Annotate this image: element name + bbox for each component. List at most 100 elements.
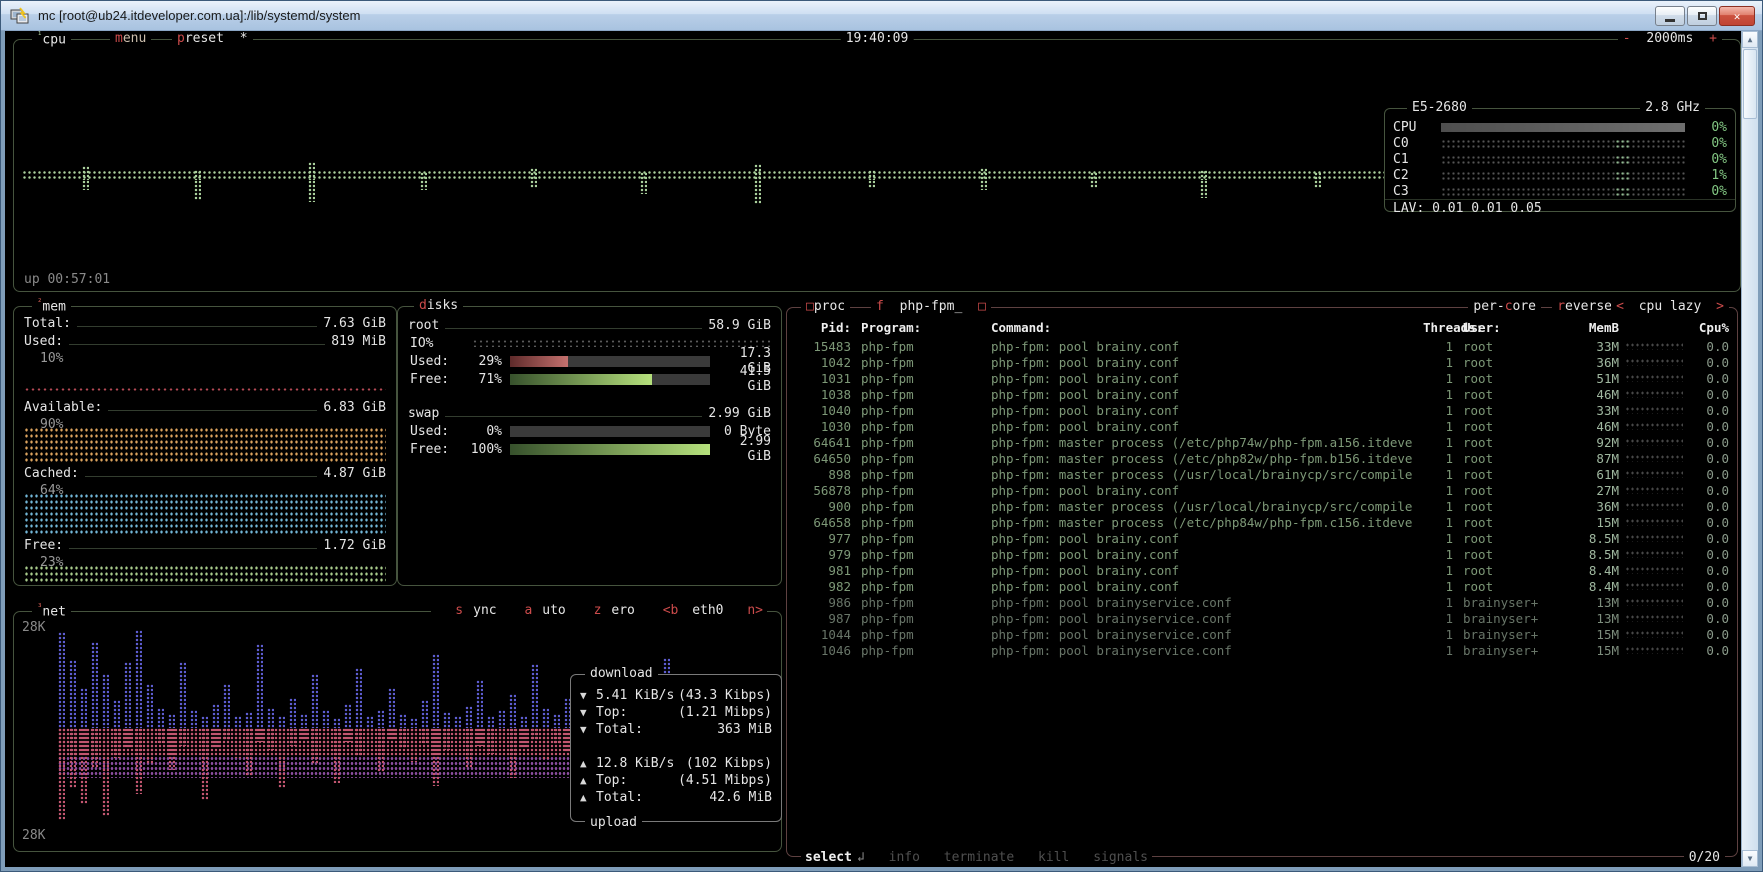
- preset-button[interactable]: preset *: [172, 31, 253, 46]
- net-controls: sync auto zero <b eth0 n>: [431, 603, 767, 618]
- mem-box-title: ²mem: [32, 298, 71, 314]
- info-button[interactable]: info: [889, 850, 920, 865]
- upload-rate-row: ▲ 12.8 KiB/s(102 Kibps): [571, 755, 781, 772]
- process-row[interactable]: 986 php-fpm php-fpm: pool brainyservice.…: [787, 594, 1737, 610]
- row-mini-graph: [1625, 598, 1683, 606]
- process-row[interactable]: 56878 php-fpm php-fpm: pool brainy.conf …: [787, 482, 1737, 498]
- disk-swap-free-row: Free:100% 2.99 GiB: [410, 441, 771, 457]
- filter-input[interactable]: php-fpm_: [900, 299, 963, 314]
- scroll-up-button[interactable]: ▲: [1742, 31, 1758, 48]
- load-average-row: LAV: 0.01 0.01 0.05: [1385, 199, 1735, 217]
- cpu-info-box: E5-2680 2.8 GHz CPU 0% C0: [1384, 108, 1736, 212]
- col-memb[interactable]: MemB: [1565, 320, 1619, 335]
- col-cpu[interactable]: Cpu%: [1683, 320, 1729, 335]
- process-row[interactable]: 1042 php-fpm php-fpm: pool brainy.conf 1…: [787, 354, 1737, 370]
- iface-name: eth0: [692, 603, 723, 618]
- row-mini-graph: [1625, 550, 1683, 558]
- minimize-button[interactable]: [1655, 6, 1685, 26]
- col-threads[interactable]: Threads:: [1423, 320, 1453, 335]
- net-auto-button[interactable]: auto: [514, 603, 565, 618]
- sort-selector[interactable]: < cpu lazy >: [1611, 299, 1729, 314]
- process-row[interactable]: 15483 php-fpm php-fpm: pool brainy.conf …: [787, 338, 1737, 354]
- process-row[interactable]: 64641 php-fpm php-fpm: master process (/…: [787, 434, 1737, 450]
- process-row[interactable]: 977 php-fpm php-fpm: pool brainy.conf 1 …: [787, 530, 1737, 546]
- mem-free-graph: [24, 565, 386, 583]
- process-row[interactable]: 979 php-fpm php-fpm: pool brainy.conf 1 …: [787, 546, 1737, 562]
- net-scale-bottom: 28K: [22, 828, 45, 843]
- interval-control: - 2000ms +: [1618, 31, 1722, 46]
- scrollbar[interactable]: ▲ ▼: [1741, 31, 1758, 867]
- up-arrow-icon: ▲: [580, 757, 596, 770]
- download-total-row: ▼ Total:363 MiB: [571, 721, 781, 738]
- row-mini-graph: [1625, 438, 1683, 446]
- close-button[interactable]: ✕: [1719, 6, 1755, 26]
- terminate-button[interactable]: terminate: [944, 850, 1014, 865]
- maximize-icon: [1698, 12, 1707, 20]
- proc-filter[interactable]: f php-fpm_ □: [871, 299, 991, 314]
- maximize-button[interactable]: [1687, 6, 1717, 26]
- menu-button[interactable]: menu: [110, 31, 151, 46]
- window-titlebar[interactable]: mc [root@ub24.itdeveloper.com.ua]:/lib/s…: [1, 1, 1762, 31]
- process-row[interactable]: 1044 php-fpm php-fpm: pool brainyservice…: [787, 626, 1737, 642]
- download-title: download: [585, 666, 658, 681]
- scroll-down-button[interactable]: ▼: [1742, 850, 1758, 867]
- disk-swap-row: swap2.99 GiB: [408, 405, 771, 421]
- row-mini-graph: [1625, 534, 1683, 542]
- scroll-thumb[interactable]: [1743, 49, 1757, 119]
- iface-next-button[interactable]: n>: [747, 603, 763, 618]
- process-row[interactable]: 982 php-fpm php-fpm: pool brainy.conf 1 …: [787, 578, 1737, 594]
- process-row[interactable]: 1038 php-fpm php-fpm: pool brainy.conf 1…: [787, 386, 1737, 402]
- mem-used-percent: 10%: [40, 351, 63, 367]
- interval-decrease-button[interactable]: -: [1623, 31, 1631, 46]
- window-title: mc [root@ub24.itdeveloper.com.ua]:/lib/s…: [38, 8, 360, 23]
- proc-marker: □: [806, 299, 814, 314]
- reverse-toggle[interactable]: reverse: [1552, 299, 1617, 314]
- mem-used-graph: [24, 387, 386, 392]
- process-row[interactable]: 900 php-fpm php-fpm: master process (/us…: [787, 498, 1737, 514]
- signals-button[interactable]: signals: [1093, 850, 1148, 865]
- per-core-toggle[interactable]: per-core: [1468, 299, 1541, 314]
- sort-prev-button[interactable]: <: [1616, 299, 1624, 314]
- net-zero-button[interactable]: zero: [584, 603, 635, 618]
- row-mini-graph: [1625, 454, 1683, 462]
- process-row[interactable]: 1031 php-fpm php-fpm: pool brainy.conf 1…: [787, 370, 1737, 386]
- sort-next-button[interactable]: >: [1716, 299, 1724, 314]
- process-row[interactable]: 987 php-fpm php-fpm: pool brainyservice.…: [787, 610, 1737, 626]
- row-mini-graph: [1625, 358, 1683, 366]
- kill-button[interactable]: kill: [1038, 850, 1069, 865]
- cpu-meter-row: C3 0%: [1385, 183, 1735, 199]
- disk-root-free-row: Free:71% 41.5 GiB: [410, 371, 771, 387]
- process-row[interactable]: 1046 php-fpm php-fpm: pool brainyservice…: [787, 642, 1737, 658]
- download-top-row: ▼ Top:(1.21 Mibps): [571, 704, 781, 721]
- process-table-body: 15483 php-fpm php-fpm: pool brainy.conf …: [787, 338, 1737, 658]
- row-mini-graph: [1625, 502, 1683, 510]
- filter-clear-button[interactable]: □: [978, 299, 986, 314]
- row-mini-graph: [1625, 390, 1683, 398]
- sort-current: cpu lazy: [1639, 299, 1702, 314]
- mem-available-row: Available:6.83 GiB: [24, 399, 386, 415]
- net-interface-switcher[interactable]: <b eth0 n>: [653, 603, 763, 618]
- upload-top-row: ▲ Top:(4.51 Mibps): [571, 772, 781, 789]
- process-row[interactable]: 898 php-fpm php-fpm: master process (/us…: [787, 466, 1737, 482]
- proc-footer: select↲ info terminate kill signals: [801, 850, 1152, 865]
- row-mini-graph: [1625, 582, 1683, 590]
- net-sync-button[interactable]: sync: [445, 603, 496, 618]
- select-button[interactable]: select: [805, 850, 852, 865]
- mem-free-row: Free:1.72 GiB: [24, 537, 386, 553]
- iface-prev-button[interactable]: <b: [663, 603, 679, 618]
- cpu-box-title: ¹cpu: [32, 31, 71, 47]
- process-row[interactable]: 1030 php-fpm php-fpm: pool brainy.conf 1…: [787, 418, 1737, 434]
- col-pid[interactable]: Pid:: [795, 320, 851, 335]
- process-row[interactable]: 981 php-fpm php-fpm: pool brainy.conf 1 …: [787, 562, 1737, 578]
- process-row[interactable]: 64658 php-fpm php-fpm: master process (/…: [787, 514, 1737, 530]
- process-row[interactable]: 64650 php-fpm php-fpm: master process (/…: [787, 450, 1737, 466]
- col-program[interactable]: Program:: [851, 320, 991, 335]
- terminal-screen: ¹cpu menu preset * 19:40:09 - 2000ms +: [5, 31, 1741, 867]
- preset-star: *: [240, 31, 248, 46]
- interval-increase-button[interactable]: +: [1709, 31, 1717, 46]
- col-command[interactable]: Command:: [991, 320, 1423, 335]
- disk-root-row: root58.9 GiB: [408, 317, 771, 333]
- cpu-meter-bar: [1441, 171, 1685, 180]
- process-row[interactable]: 1040 php-fpm php-fpm: pool brainy.conf 1…: [787, 402, 1737, 418]
- col-user[interactable]: User:: [1453, 320, 1565, 335]
